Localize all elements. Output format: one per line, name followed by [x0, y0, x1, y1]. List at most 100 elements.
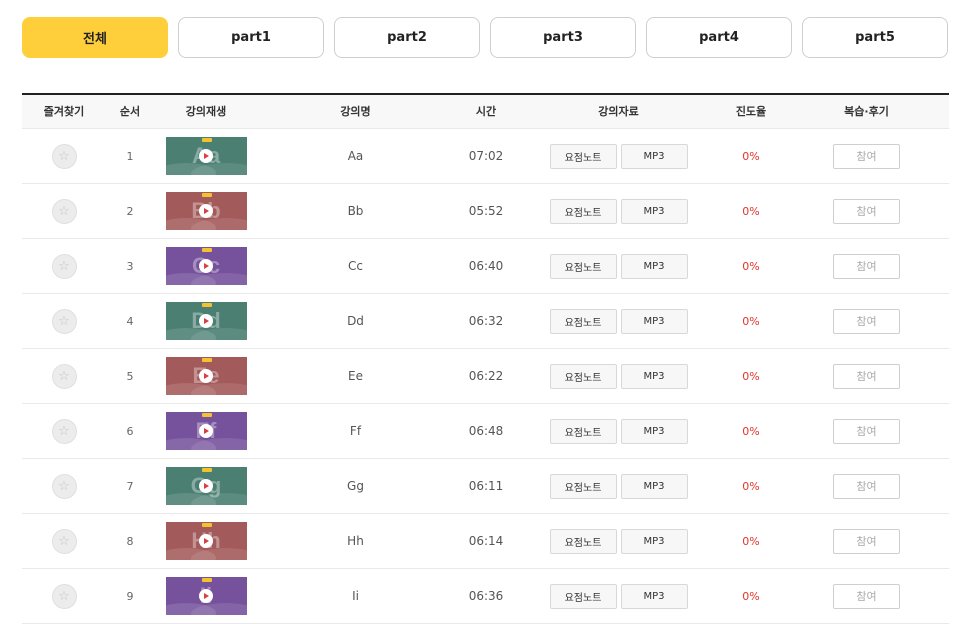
header-time: 시간	[475, 105, 497, 118]
mp3-button[interactable]: MP3	[620, 198, 688, 224]
summary-note-button[interactable]: 요점노트	[549, 253, 617, 279]
name-cell: Aa	[258, 129, 453, 183]
mp3-button[interactable]: MP3	[620, 583, 688, 609]
tab-all[interactable]: 전체	[22, 17, 168, 58]
star-icon[interactable]: ☆	[51, 418, 77, 444]
crown-icon	[201, 193, 212, 197]
time-cell: 06:11	[453, 459, 519, 513]
lecture-thumbnail[interactable]: Bb	[165, 192, 247, 230]
name-cell: Hh	[258, 514, 453, 568]
lecture-thumbnail[interactable]: Hh	[165, 522, 247, 560]
summary-note-button[interactable]: 요점노트	[549, 198, 617, 224]
play-icon[interactable]	[199, 424, 213, 438]
star-icon[interactable]: ☆	[51, 363, 77, 389]
time-cell: 06:22	[453, 349, 519, 403]
join-button[interactable]: 참여	[833, 198, 900, 224]
header-name: 강의명	[340, 105, 371, 118]
favorite-cell: ☆	[22, 459, 106, 513]
star-icon[interactable]: ☆	[51, 473, 77, 499]
materials-cell: 요점노트 MP3	[519, 129, 718, 183]
play-icon[interactable]	[199, 589, 213, 603]
tab-part4[interactable]: part4	[646, 17, 792, 58]
join-button[interactable]: 참여	[833, 308, 900, 334]
star-icon[interactable]: ☆	[51, 528, 77, 554]
review-cell: 참여	[784, 569, 949, 623]
order-number: 2	[126, 204, 134, 218]
lecture-thumbnail[interactable]: Aa	[165, 137, 247, 175]
mp3-button[interactable]: MP3	[620, 143, 688, 169]
join-button[interactable]: 참여	[833, 143, 900, 169]
summary-note-button[interactable]: 요점노트	[549, 363, 617, 389]
join-button[interactable]: 참여	[833, 363, 900, 389]
progress-rate: 0%	[742, 479, 760, 493]
crown-icon	[201, 303, 212, 307]
play-icon[interactable]	[199, 259, 213, 273]
tab-part3[interactable]: part3	[490, 17, 636, 58]
order-number: 6	[126, 424, 134, 438]
mp3-button[interactable]: MP3	[620, 528, 688, 554]
crown-icon	[201, 358, 212, 362]
lecture-thumbnail[interactable]: Ii	[165, 577, 247, 615]
progress-rate: 0%	[742, 149, 760, 163]
tab-part2[interactable]: part2	[334, 17, 480, 58]
summary-note-button[interactable]: 요점노트	[549, 418, 617, 444]
play-icon[interactable]	[199, 534, 213, 548]
play-icon[interactable]	[199, 149, 213, 163]
summary-note-button[interactable]: 요점노트	[549, 308, 617, 334]
play-icon[interactable]	[199, 479, 213, 493]
order-cell: 7	[106, 459, 154, 513]
order-cell: 5	[106, 349, 154, 403]
materials-cell: 요점노트 MP3	[519, 404, 718, 458]
time-cell: 07:02	[453, 129, 519, 183]
lecture-thumbnail[interactable]: Cc	[165, 247, 247, 285]
mp3-button[interactable]: MP3	[620, 363, 688, 389]
star-icon[interactable]: ☆	[51, 143, 77, 169]
star-icon[interactable]: ☆	[51, 583, 77, 609]
lecture-thumbnail[interactable]: Dd	[165, 302, 247, 340]
progress-cell: 0%	[718, 184, 784, 238]
time-cell: 06:48	[453, 404, 519, 458]
summary-note-button[interactable]: 요점노트	[549, 583, 617, 609]
tab-part1[interactable]: part1	[178, 17, 324, 58]
materials-cell: 요점노트 MP3	[519, 459, 718, 513]
lecture-name: Cc	[348, 259, 363, 273]
lecture-thumbnail[interactable]: Ff	[165, 412, 247, 450]
lecture-thumbnail[interactable]: Ee	[165, 357, 247, 395]
progress-rate: 0%	[742, 369, 760, 383]
join-button[interactable]: 참여	[833, 528, 900, 554]
name-cell: Dd	[258, 294, 453, 348]
lecture-time: 07:02	[468, 149, 504, 163]
play-icon[interactable]	[199, 314, 213, 328]
lecture-thumbnail[interactable]: Gg	[165, 467, 247, 505]
name-cell: Ii	[258, 569, 453, 623]
order-number: 1	[126, 149, 134, 163]
table-row: ☆ 2 Bb Bb 05:52 요점노트MP3 0% 참여	[22, 184, 949, 239]
join-button[interactable]: 참여	[833, 253, 900, 279]
star-icon[interactable]: ☆	[51, 308, 77, 334]
play-icon[interactable]	[199, 204, 213, 218]
mp3-button[interactable]: MP3	[620, 308, 688, 334]
play-icon[interactable]	[199, 369, 213, 383]
star-icon[interactable]: ☆	[51, 198, 77, 224]
mp3-button[interactable]: MP3	[620, 418, 688, 444]
mp3-button[interactable]: MP3	[620, 253, 688, 279]
join-button[interactable]: 참여	[833, 473, 900, 499]
join-button[interactable]: 참여	[833, 418, 900, 444]
join-button[interactable]: 참여	[833, 583, 900, 609]
tab-part5[interactable]: part5	[802, 17, 948, 58]
summary-note-button[interactable]: 요점노트	[549, 143, 617, 169]
table-row: ☆ 4 Dd Dd 06:32 요점노트MP3 0% 참여	[22, 294, 949, 349]
play-cell: Ee	[154, 349, 258, 403]
order-cell: 2	[106, 184, 154, 238]
progress-rate: 0%	[742, 259, 760, 273]
summary-note-button[interactable]: 요점노트	[549, 473, 617, 499]
summary-note-button[interactable]: 요점노트	[549, 528, 617, 554]
header-play: 강의재생	[185, 105, 227, 118]
lecture-time: 06:32	[468, 314, 504, 328]
name-cell: Ee	[258, 349, 453, 403]
lecture-name: Bb	[347, 204, 364, 218]
star-icon[interactable]: ☆	[51, 253, 77, 279]
order-cell: 3	[106, 239, 154, 293]
mp3-button[interactable]: MP3	[620, 473, 688, 499]
play-cell: Aa	[154, 129, 258, 183]
